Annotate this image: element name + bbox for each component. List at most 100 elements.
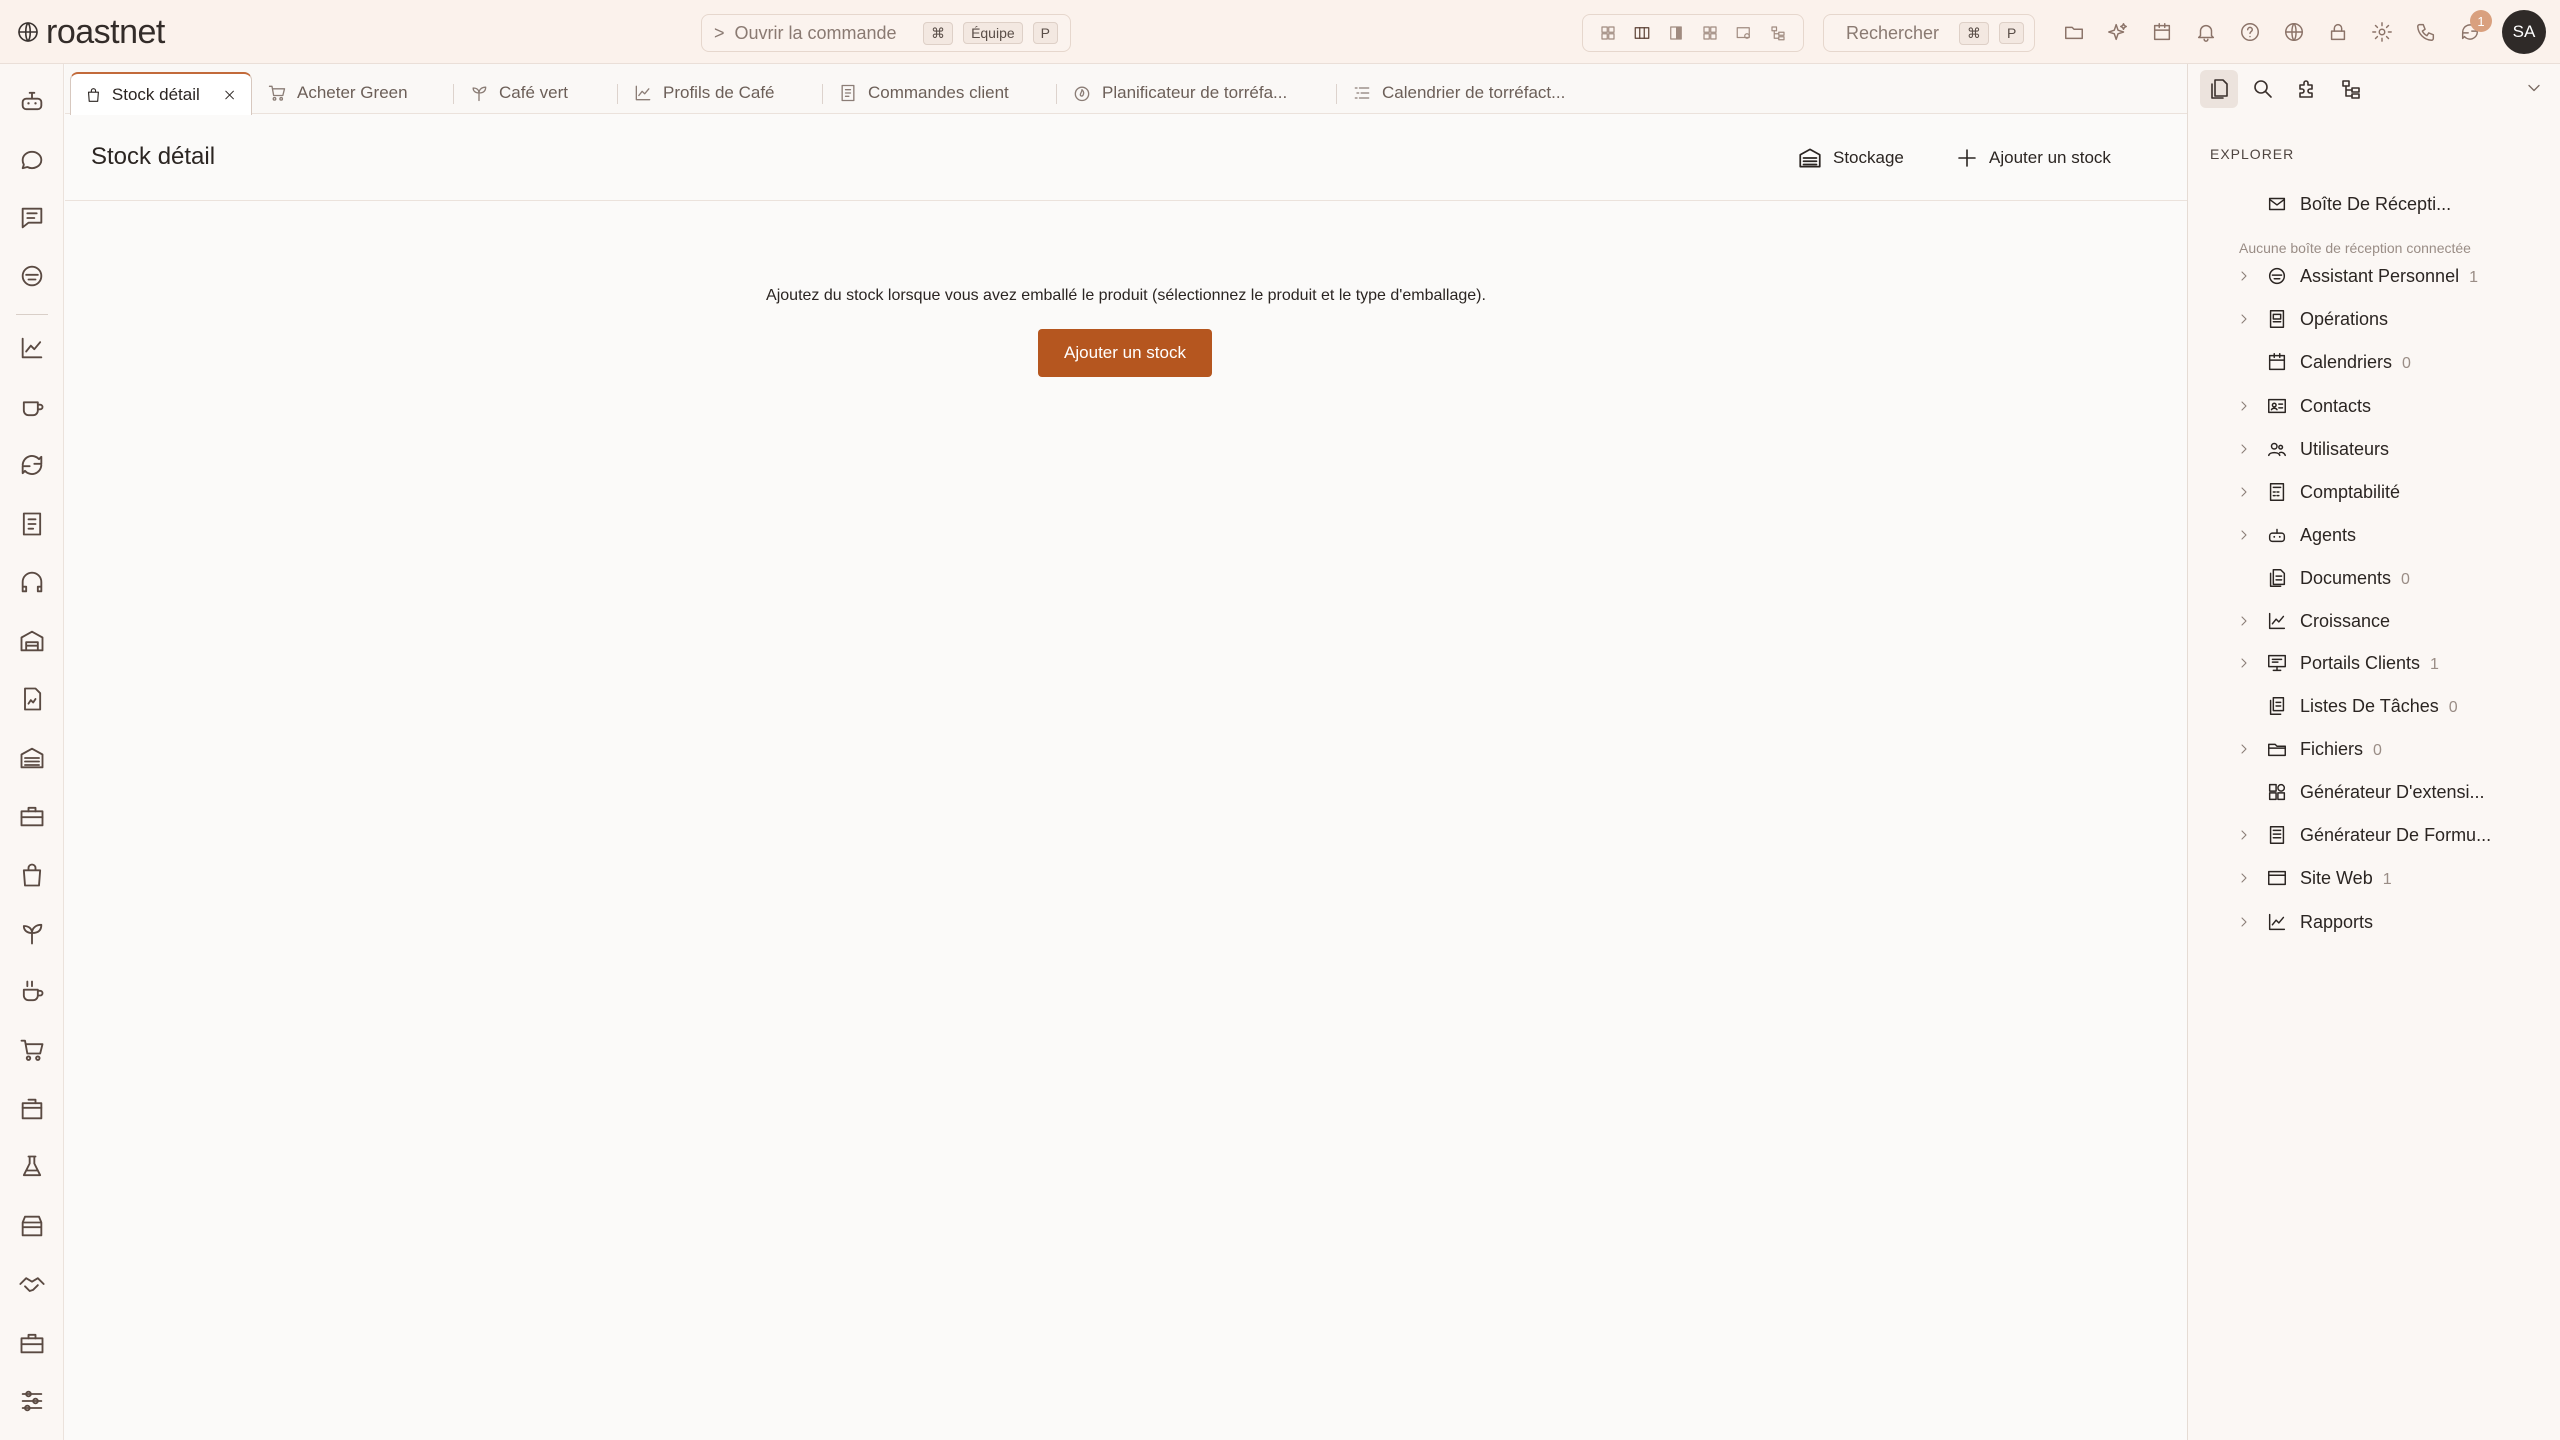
phone-button[interactable] xyxy=(2410,16,2442,48)
explorer-item-inbox[interactable]: Boîte De Récepti... xyxy=(2188,184,2560,224)
window-search-icon[interactable] xyxy=(1735,24,1753,42)
extension-icon xyxy=(2268,783,2286,801)
folder-button[interactable] xyxy=(2058,16,2090,48)
split-layout-icon[interactable] xyxy=(1667,24,1685,42)
logo[interactable]: roastnet xyxy=(16,12,165,52)
bell-icon xyxy=(2197,24,2215,42)
tab-profils-de-cafe[interactable]: Profils de Café xyxy=(619,72,789,114)
robot-icon[interactable] xyxy=(18,87,46,115)
tree-layout-icon[interactable] xyxy=(1769,24,1787,42)
chevron-right-icon[interactable] xyxy=(2236,441,2252,457)
list-icon xyxy=(1354,87,1370,99)
tab-label: Stock détail xyxy=(111,84,200,104)
chat-bubble-icon[interactable] xyxy=(18,146,46,174)
warehouse-icon xyxy=(1799,148,1821,168)
chevron-right-icon[interactable] xyxy=(2236,311,2252,327)
explorer-item-text: Comptabilité xyxy=(2300,481,2401,502)
explorer-item[interactable]: Fichiers 0 xyxy=(2188,729,2560,769)
package-icon[interactable] xyxy=(18,1095,46,1123)
panel-tab-extensions[interactable] xyxy=(2288,70,2326,108)
chevron-right-icon[interactable] xyxy=(2236,527,2252,543)
chart-line-icon[interactable] xyxy=(18,334,46,362)
chevron-right-icon[interactable] xyxy=(2236,398,2252,414)
explorer-item[interactable]: Portails Clients 1 xyxy=(2188,643,2560,683)
help-button[interactable] xyxy=(2234,16,2266,48)
tab-cafe-vert[interactable]: Café vert xyxy=(455,72,582,114)
tab-bar: Stock détail Acheter Green Café vert Pro… xyxy=(65,64,2235,115)
lock-button[interactable] xyxy=(2322,16,2354,48)
command-palette-button[interactable]: > Ouvrir la commande ⌘ Équipe P xyxy=(701,14,1071,52)
notebook-icon[interactable] xyxy=(18,510,46,538)
tab-commandes-client[interactable]: Commandes client xyxy=(824,72,1023,114)
chevron-right-icon[interactable] xyxy=(2236,914,2252,930)
robot-icon xyxy=(2268,528,2286,543)
sprout-icon[interactable] xyxy=(18,919,46,947)
sync-icon[interactable] xyxy=(18,451,46,479)
panel-tab-tree[interactable] xyxy=(2332,70,2370,108)
cart-icon[interactable] xyxy=(18,1036,46,1064)
flask-icon[interactable] xyxy=(18,1153,46,1181)
tab-acheter-green[interactable]: Acheter Green xyxy=(253,72,422,114)
briefcase-icon[interactable] xyxy=(18,1329,46,1357)
explorer-item[interactable]: Assistant Personnel 1 xyxy=(2188,256,2560,296)
main-content: Stock détail Stockage Ajouter un stock A… xyxy=(65,115,2187,1440)
hot-drink-icon[interactable] xyxy=(18,978,46,1006)
message-icon[interactable] xyxy=(18,204,46,232)
sliders-icon[interactable] xyxy=(18,1387,46,1415)
explorer-item[interactable]: Calendriers 0 xyxy=(2188,342,2560,382)
explorer-item[interactable]: Comptabilité xyxy=(2188,472,2560,512)
avatar[interactable]: SA xyxy=(2502,10,2546,54)
chevron-right-icon[interactable] xyxy=(2236,827,2252,843)
explorer-item[interactable]: Générateur De Formu... xyxy=(2188,815,2560,855)
explorer-item[interactable]: Utilisateurs xyxy=(2188,429,2560,469)
sprout-icon xyxy=(472,86,487,102)
add-stock-button[interactable]: Ajouter un stock xyxy=(1955,143,2111,173)
storage-button[interactable]: Stockage xyxy=(1797,143,1904,173)
store-icon[interactable] xyxy=(18,1212,46,1240)
warehouse-icon[interactable] xyxy=(18,627,46,655)
search-button[interactable]: Rechercher ⌘ P xyxy=(1823,14,2035,52)
toolbox-icon[interactable] xyxy=(18,802,46,830)
chevron-down-icon[interactable] xyxy=(2524,78,2544,98)
close-icon[interactable] xyxy=(222,86,237,104)
explorer-item[interactable]: Listes De Tâches 0 xyxy=(2188,686,2560,726)
tab-calendrier[interactable]: Calendrier de torréfact... xyxy=(1338,72,1579,114)
chevron-right-icon[interactable] xyxy=(2236,741,2252,757)
chevron-right-icon[interactable] xyxy=(2236,655,2252,671)
panel-tabs xyxy=(2188,64,2560,114)
handshake-icon[interactable] xyxy=(18,1270,46,1298)
panel-tab-search[interactable] xyxy=(2244,70,2282,108)
headphones-icon[interactable] xyxy=(18,568,46,596)
chevron-right-icon[interactable] xyxy=(2236,613,2252,629)
panel-tab-files[interactable] xyxy=(2200,70,2238,108)
updates-button[interactable]: 1 xyxy=(2454,10,2492,48)
columns-layout-icon[interactable] xyxy=(1633,24,1651,42)
coffee-cup-icon[interactable] xyxy=(18,393,46,421)
ai-button[interactable] xyxy=(2102,16,2134,48)
language-button[interactable] xyxy=(2278,16,2310,48)
explorer-item[interactable]: Opérations xyxy=(2188,299,2560,339)
shopping-bag-icon[interactable] xyxy=(18,861,46,889)
settings-button[interactable] xyxy=(2366,16,2398,48)
report-file-icon[interactable] xyxy=(18,685,46,713)
explorer-item[interactable]: Rapports xyxy=(2188,902,2560,942)
chevron-right-icon[interactable] xyxy=(2236,870,2252,886)
storage-icon[interactable] xyxy=(18,744,46,772)
tab-stock-detail[interactable]: Stock détail xyxy=(70,72,252,115)
grid-layout-icon[interactable] xyxy=(1599,24,1617,42)
chevron-right-icon[interactable] xyxy=(2236,484,2252,500)
explorer-item[interactable]: Contacts xyxy=(2188,386,2560,426)
explorer-item[interactable]: Croissance xyxy=(2188,601,2560,641)
calendar-button[interactable] xyxy=(2146,16,2178,48)
tab-planificateur[interactable]: Planificateur de torréfa... xyxy=(1058,72,1301,114)
puzzle-icon xyxy=(2299,80,2313,98)
explorer-item[interactable]: Documents 0 xyxy=(2188,558,2560,598)
assistant-icon[interactable] xyxy=(18,262,46,290)
add-stock-cta-button[interactable]: Ajouter un stock xyxy=(1038,329,1212,377)
notifications-button[interactable] xyxy=(2190,16,2222,48)
chevron-right-icon[interactable] xyxy=(2236,268,2252,284)
explorer-item[interactable]: Générateur D'extensi... xyxy=(2188,772,2560,812)
explorer-item[interactable]: Agents xyxy=(2188,515,2560,555)
explorer-item[interactable]: Site Web 1 xyxy=(2188,858,2560,898)
tiles-layout-icon[interactable] xyxy=(1701,24,1719,42)
